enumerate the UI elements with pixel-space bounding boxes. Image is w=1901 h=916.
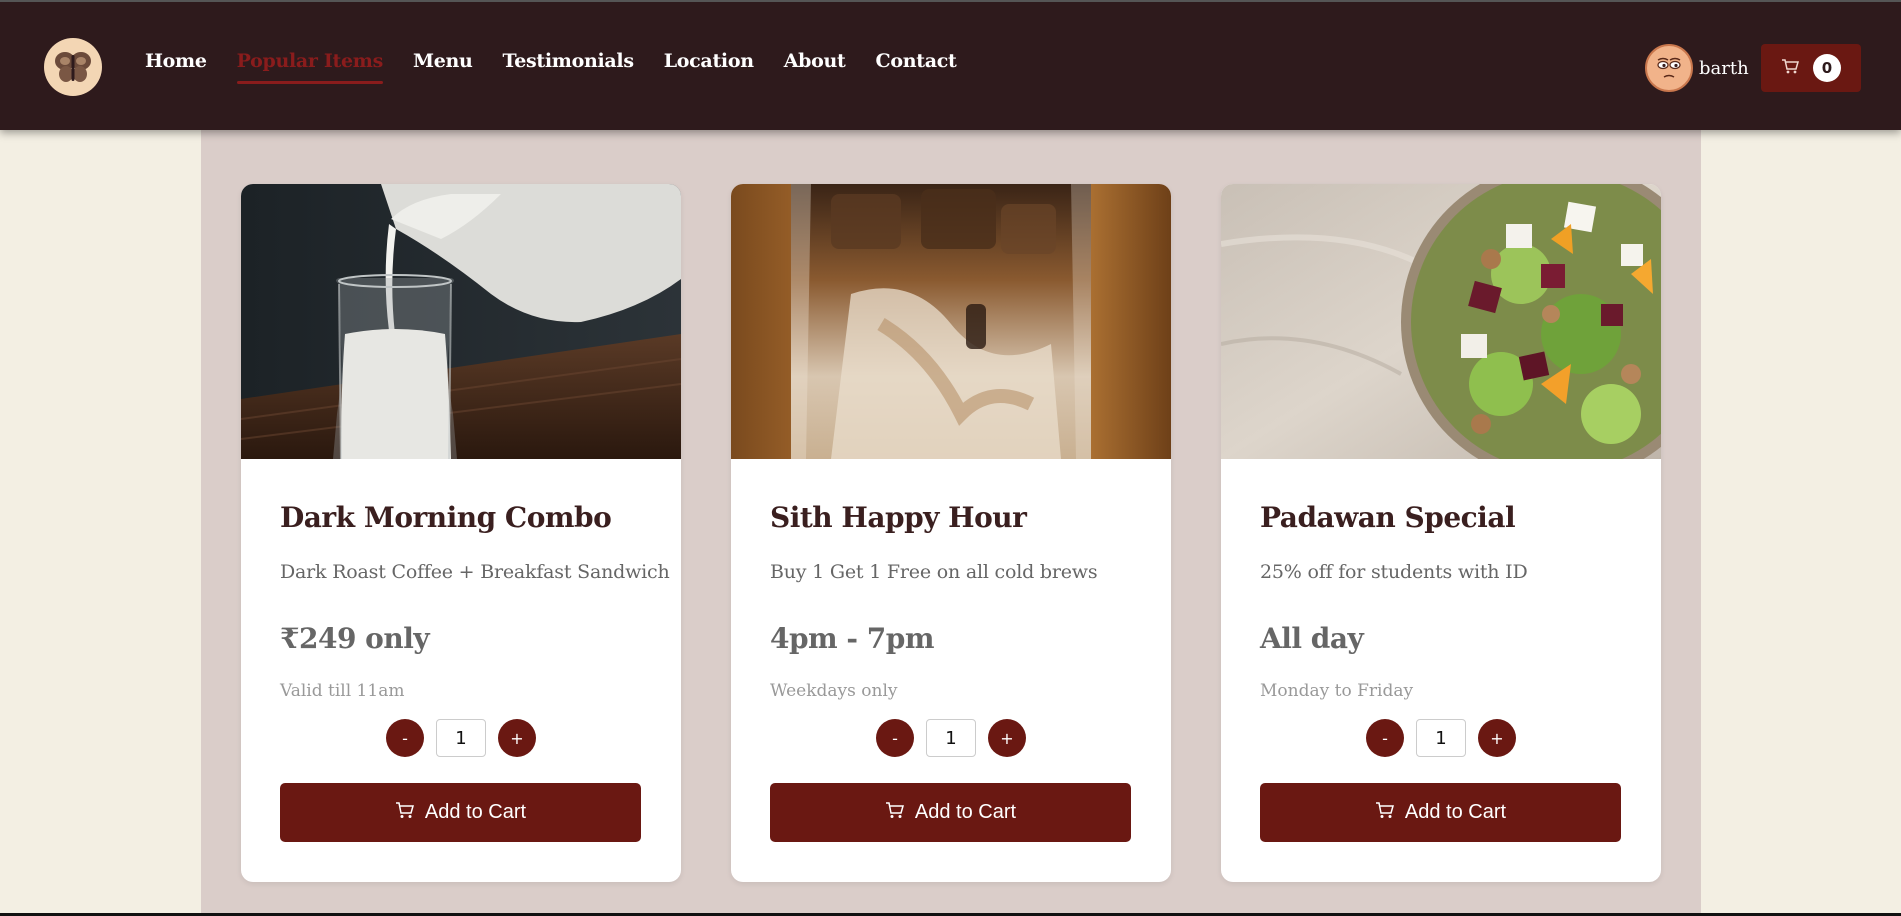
card-title: Padawan Special bbox=[1260, 501, 1516, 534]
nav-location[interactable]: Location bbox=[664, 50, 754, 84]
nav-contact[interactable]: Contact bbox=[876, 50, 957, 84]
add-to-cart-label: Add to Cart bbox=[424, 801, 527, 823]
salad-bowl-image bbox=[1221, 184, 1661, 459]
add-to-cart-label: Add to Cart bbox=[1404, 801, 1507, 823]
card-note: Valid till 11am bbox=[280, 681, 405, 701]
quantity-stepper: - + bbox=[1221, 719, 1661, 757]
cart-icon bbox=[1375, 801, 1395, 825]
quantity-stepper: - + bbox=[731, 719, 1171, 757]
iced-coffee-image bbox=[731, 184, 1171, 459]
increase-button[interactable]: + bbox=[498, 719, 536, 757]
add-to-cart-button[interactable]: Add to Cart bbox=[770, 783, 1131, 842]
card-price: All day bbox=[1260, 622, 1364, 655]
decrease-button[interactable]: - bbox=[386, 719, 424, 757]
butterfly-logo-icon[interactable] bbox=[44, 38, 102, 96]
nav-popular-items[interactable]: Popular Items bbox=[236, 50, 384, 84]
main-nav: Home Popular Items Menu Testimonials Loc… bbox=[145, 50, 986, 84]
card-title: Dark Morning Combo bbox=[280, 501, 612, 534]
increase-button[interactable]: + bbox=[988, 719, 1026, 757]
card-title: Sith Happy Hour bbox=[770, 501, 1027, 534]
add-to-cart-button[interactable]: Add to Cart bbox=[1260, 783, 1621, 842]
card-note: Weekdays only bbox=[770, 681, 898, 701]
card-description: 25% off for students with ID bbox=[1260, 561, 1528, 583]
quantity-input[interactable] bbox=[1416, 719, 1466, 757]
username: barth bbox=[1699, 57, 1749, 79]
nav-menu[interactable]: Menu bbox=[413, 50, 473, 84]
card-price: ₹249 only bbox=[280, 622, 430, 655]
add-to-cart-button[interactable]: Add to Cart bbox=[280, 783, 641, 842]
nav-about[interactable]: About bbox=[784, 50, 846, 84]
card-description: Buy 1 Get 1 Free on all cold brews bbox=[770, 561, 1098, 583]
user-profile[interactable]: barth bbox=[1645, 44, 1749, 92]
top-navbar: Home Popular Items Menu Testimonials Loc… bbox=[0, 0, 1901, 130]
promo-card: Sith Happy Hour Buy 1 Get 1 Free on all … bbox=[731, 184, 1171, 882]
card-description: Dark Roast Coffee + Breakfast Sandwich bbox=[280, 561, 670, 583]
cart-icon bbox=[1781, 58, 1799, 78]
increase-button[interactable]: + bbox=[1478, 719, 1516, 757]
cart-button[interactable]: 0 bbox=[1761, 44, 1861, 92]
nav-home[interactable]: Home bbox=[145, 50, 207, 84]
nav-testimonials[interactable]: Testimonials bbox=[503, 50, 634, 84]
cart-count-badge: 0 bbox=[1813, 54, 1841, 82]
decrease-button[interactable]: - bbox=[1366, 719, 1404, 757]
quantity-input[interactable] bbox=[926, 719, 976, 757]
add-to-cart-label: Add to Cart bbox=[914, 801, 1017, 823]
card-price: 4pm - 7pm bbox=[770, 622, 935, 655]
cart-icon bbox=[395, 801, 415, 825]
quantity-input[interactable] bbox=[436, 719, 486, 757]
promo-card: Dark Morning Combo Dark Roast Coffee + B… bbox=[241, 184, 681, 882]
avatar[interactable] bbox=[1645, 44, 1693, 92]
quantity-stepper: - + bbox=[241, 719, 681, 757]
card-note: Monday to Friday bbox=[1260, 681, 1414, 701]
promo-card: Padawan Special 25% off for students wit… bbox=[1221, 184, 1661, 882]
cart-icon bbox=[885, 801, 905, 825]
milk-pour-image bbox=[241, 184, 681, 459]
decrease-button[interactable]: - bbox=[876, 719, 914, 757]
